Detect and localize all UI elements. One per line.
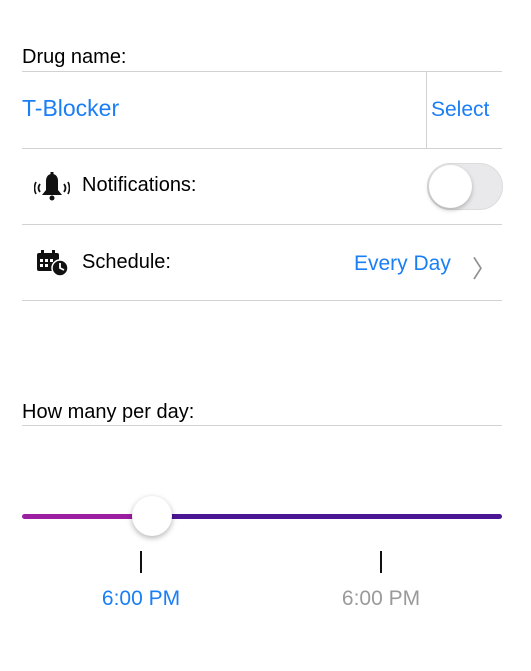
divider xyxy=(22,425,502,426)
divider xyxy=(22,300,502,301)
divider xyxy=(22,148,502,149)
schedule-value[interactable]: Every Day xyxy=(354,252,451,276)
doses-slider[interactable] xyxy=(22,514,502,519)
time-label-2[interactable]: 6:00 PM xyxy=(311,587,451,611)
drug-name-value[interactable]: T-Blocker xyxy=(22,95,119,122)
chevron-right-icon[interactable]: 〉 xyxy=(472,249,496,284)
bell-icon xyxy=(33,171,71,203)
toggle-knob xyxy=(429,165,472,208)
notifications-toggle[interactable] xyxy=(427,163,503,210)
time-tick xyxy=(380,551,382,573)
slider-thumb[interactable] xyxy=(132,496,172,536)
divider xyxy=(22,224,502,225)
schedule-label: Schedule: xyxy=(82,251,171,273)
notifications-label: Notifications: xyxy=(82,174,197,196)
divider-vertical xyxy=(426,71,427,148)
time-tick xyxy=(140,551,142,573)
time-label-1[interactable]: 6:00 PM xyxy=(71,587,211,611)
slider-track xyxy=(152,514,502,519)
calendar-clock-icon xyxy=(36,249,70,277)
drug-name-label: Drug name: xyxy=(22,46,127,68)
divider xyxy=(22,71,502,72)
per-day-label: How many per day: xyxy=(22,401,195,423)
select-drug-button[interactable]: Select xyxy=(431,98,489,122)
